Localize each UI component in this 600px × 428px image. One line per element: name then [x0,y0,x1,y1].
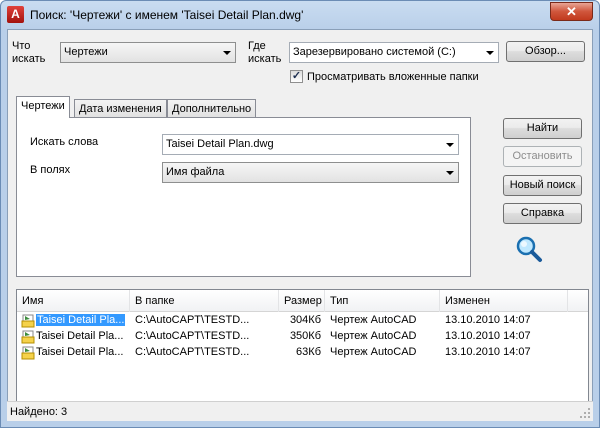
chevron-down-icon [446,171,454,175]
results-header: Имя В папке Размер Тип Изменен [17,290,588,312]
resize-grip-icon[interactable] [579,407,591,419]
tab-date-modified[interactable]: Дата изменения [74,99,167,118]
close-button[interactable]: ✕ [550,2,593,21]
autocad-app-icon: A [7,6,24,23]
browse-button[interactable]: Обзор... [506,41,585,62]
column-header-modified[interactable]: Изменен [440,290,568,312]
drawings-tab-panel: Искать слова Taisei Detail Plan.dwg В по… [16,117,471,277]
chevron-down-icon [223,51,231,55]
search-words-input[interactable]: Taisei Detail Plan.dwg [162,134,459,155]
file-name: Taisei Detail Pla... [36,314,126,326]
column-header-folder[interactable]: В папке [130,290,279,312]
file-size: 63Кб [296,346,321,358]
subfolders-checkbox[interactable]: ✓ [290,70,303,83]
file-size: 350Кб [289,330,321,342]
dwg-file-icon [21,346,35,360]
chevron-down-icon [486,51,494,55]
search-words-label: Искать слова [30,136,99,148]
tab-drawings[interactable]: Чертежи [16,96,70,118]
table-row[interactable]: Taisei Detail Pla... C:\AutoCAPT\TESTD..… [17,329,588,345]
table-row[interactable]: Taisei Detail Pla... C:\AutoCAPT\TESTD..… [17,313,588,329]
file-type: Чертеж AutoCAD [330,330,417,342]
what-label: Что искать [12,40,46,65]
file-modified: 13.10.2010 14:07 [445,330,531,342]
find-button[interactable]: Найти [503,118,582,139]
fields-select[interactable]: Имя файла [162,162,459,183]
file-modified: 13.10.2010 14:07 [445,314,531,326]
results-list[interactable]: Имя В папке Размер Тип Изменен Taisei De… [16,289,589,402]
file-type: Чертеж AutoCAD [330,314,417,326]
help-button[interactable]: Справка [503,203,582,224]
file-folder: C:\AutoCAPT\TESTD... [135,314,250,326]
dwg-file-icon [21,314,35,328]
stop-button[interactable]: Остановить [503,146,582,167]
dialog-client-area: Что искать Чертежи Где искать Зарезервир… [7,29,593,421]
magnifier-icon [516,236,542,262]
status-bar: Найдено: 3 [7,401,593,421]
what-to-search-select[interactable]: Чертежи [60,42,236,63]
window-title: Поиск: 'Чертежи' с именем 'Taisei Detail… [30,8,304,22]
file-name: Taisei Detail Pla... [36,346,124,358]
file-modified: 13.10.2010 14:07 [445,346,531,358]
where-to-search-select[interactable]: Зарезервировано системой (C:) [289,42,499,63]
fields-label: В полях [30,164,71,176]
dwg-file-icon [21,330,35,344]
table-row[interactable]: Taisei Detail Pla... C:\AutoCAPT\TESTD..… [17,345,588,361]
file-folder: C:\AutoCAPT\TESTD... [135,346,250,358]
chevron-down-icon [446,143,454,147]
file-folder: C:\AutoCAPT\TESTD... [135,330,250,342]
where-label: Где искать [248,40,282,65]
title-bar[interactable]: A Поиск: 'Чертежи' с именем 'Taisei Deta… [1,1,599,29]
found-count: Найдено: 3 [10,406,68,418]
column-header-type[interactable]: Тип [325,290,440,312]
column-header-size[interactable]: Размер [279,290,325,312]
new-search-button[interactable]: Новый поиск [503,175,582,196]
subfolders-label: Просматривать вложенные папки [307,71,479,83]
search-dialog-window: A Поиск: 'Чертежи' с именем 'Taisei Deta… [0,0,600,428]
column-header-name[interactable]: Имя [17,290,130,312]
file-size: 304Кб [289,314,321,326]
file-type: Чертеж AutoCAD [330,346,417,358]
file-name: Taisei Detail Pla... [36,330,124,342]
tab-advanced[interactable]: Дополнительно [167,99,257,118]
